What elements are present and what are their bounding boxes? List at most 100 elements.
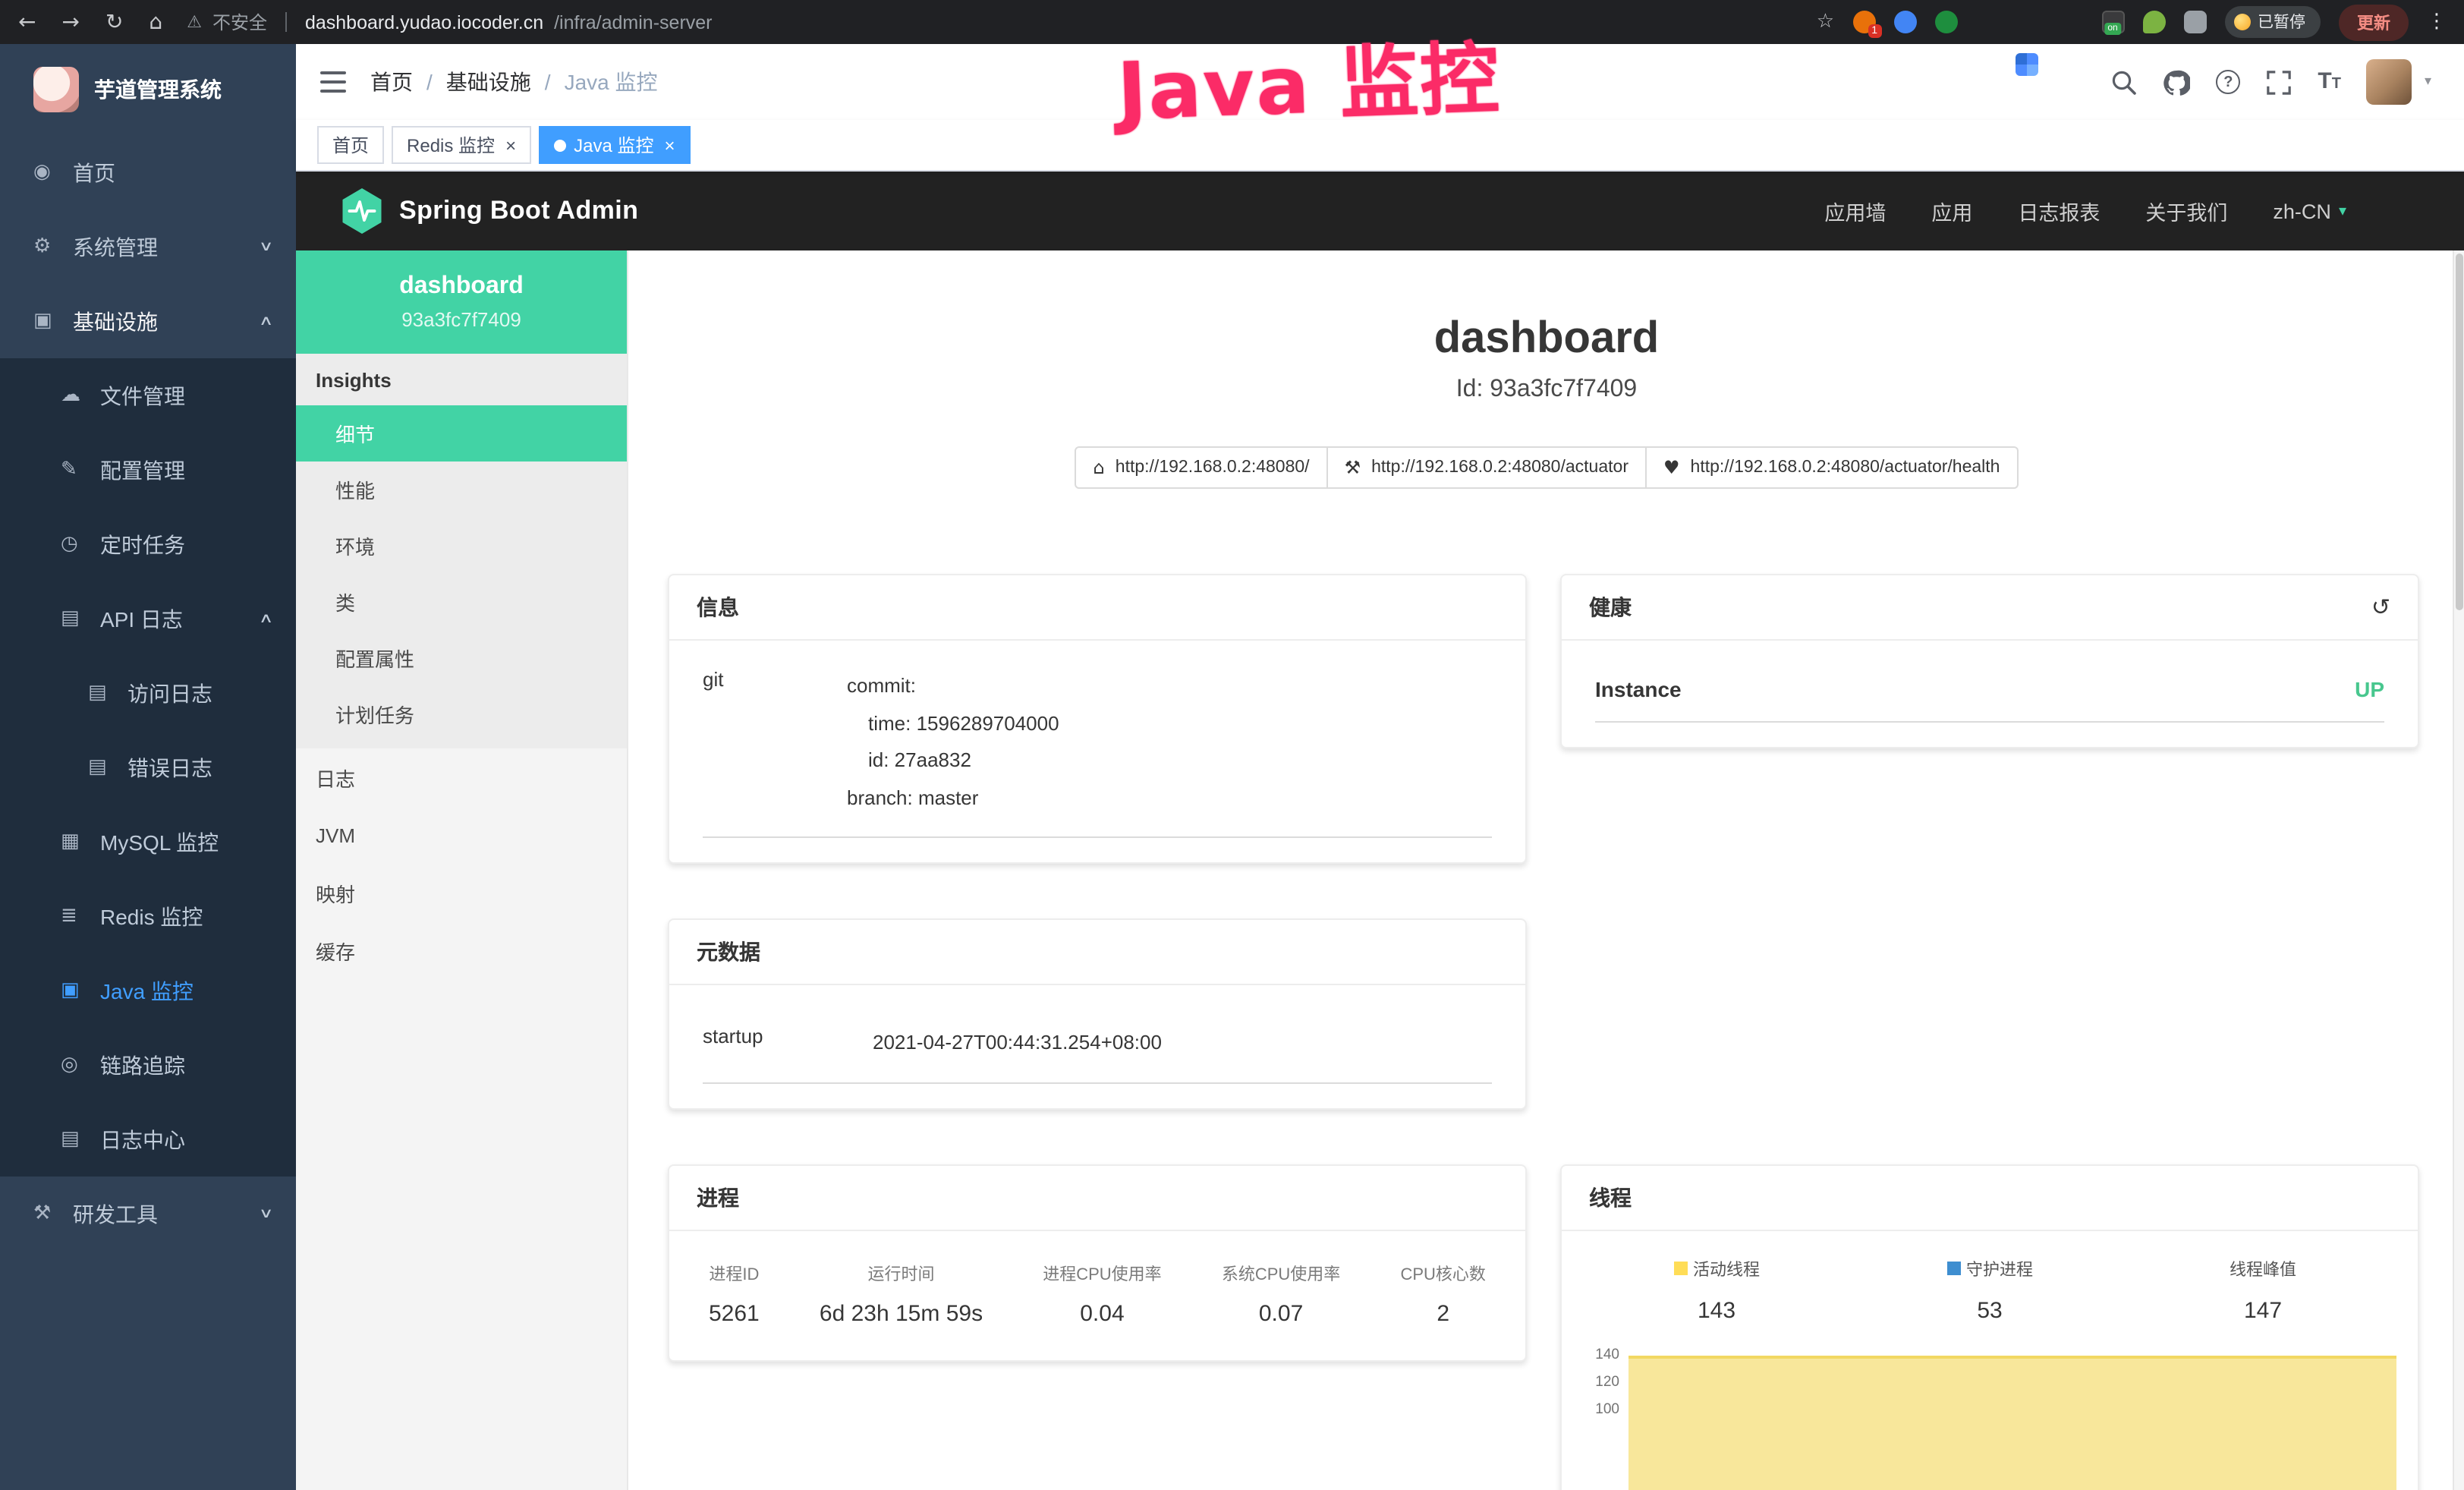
extension-icon-grid[interactable] — [2015, 53, 2038, 76]
close-icon[interactable]: × — [664, 134, 675, 156]
sidebar-item-mysql-monitor[interactable]: ▦ MySQL 监控 — [0, 805, 296, 879]
sidebar-submenu-infra: ☁ 文件管理 ✎ 配置管理 ◷ 定时任务 ▤ API 日志 ∧ — [0, 358, 296, 1177]
app-logo[interactable]: 芋道管理系统 — [0, 44, 296, 135]
tab-redis-monitor[interactable]: Redis 监控 × — [392, 126, 531, 164]
sidebar-item-system[interactable]: ⚙ 系统管理 ∨ — [0, 209, 296, 284]
help-icon[interactable]: ? — [2216, 70, 2240, 94]
breadcrumb-infra[interactable]: 基础设施 — [446, 67, 531, 97]
card-title: 元数据 — [669, 920, 1525, 985]
locale-selector[interactable]: zh-CN ▾ — [2273, 200, 2346, 222]
extension-icon-orange[interactable]: 1 — [1852, 11, 1875, 33]
locale-label: zh-CN — [2273, 200, 2331, 222]
url-path[interactable]: /infra/admin-server — [554, 11, 712, 33]
url-host[interactable]: dashboard.yudao.iocoder.cn — [305, 11, 543, 33]
legend-value: 53 — [1853, 1299, 2126, 1325]
sba-nav-about[interactable]: 关于我们 — [2145, 196, 2227, 226]
legend-item: 活动线程 143 — [1580, 1256, 1853, 1325]
actuator-url-link[interactable]: ⚒ http://192.168.0.2:48080/actuator — [1328, 446, 1647, 489]
sba-menu-label: 性能 — [335, 475, 375, 504]
y-tick: 100 — [1580, 1403, 1619, 1418]
chevron-down-icon: ∨ — [260, 1206, 275, 1221]
sidebar-item-config-manage[interactable]: ✎ 配置管理 — [0, 433, 296, 507]
sidebar-item-trace[interactable]: ◎ 链路追踪 — [0, 1028, 296, 1102]
sba-nav-wallboard[interactable]: 应用墙 — [1824, 196, 1886, 226]
legend-swatch-daemon-threads — [1946, 1262, 1960, 1276]
address-bar[interactable]: ⚠ 不安全 dashboard.yudao.iocoder.cn/infra/a… — [187, 9, 712, 35]
sba-brand[interactable]: Spring Boot Admin — [341, 188, 638, 234]
sba-menu-classes[interactable]: 类 — [296, 574, 627, 630]
browser-home-icon[interactable]: ⌂ — [149, 10, 162, 34]
sidebar-item-api-log[interactable]: ▤ API 日志 ∧ — [0, 581, 296, 656]
sba-logo-icon — [341, 188, 382, 234]
extension-icon-green[interactable] — [1934, 11, 1957, 33]
sba-nav-applications[interactable]: 应用 — [1931, 196, 1972, 226]
sba-menu-config-props[interactable]: 配置属性 — [296, 630, 627, 686]
security-label[interactable]: 不安全 — [212, 9, 267, 35]
git-commit-time: time: 1596289704000 — [847, 705, 1059, 742]
sidebar-item-log-center[interactable]: ▤ 日志中心 — [0, 1102, 296, 1177]
extension-icon-switch[interactable]: on — [2101, 11, 2124, 33]
breadcrumb-home[interactable]: 首页 — [370, 67, 413, 97]
font-size-icon[interactable]: TT — [2318, 68, 2341, 96]
service-url-link[interactable]: ⌂ http://192.168.0.2:48080/ — [1075, 446, 1328, 489]
instance-id-subtitle: Id: 93a3fc7f7409 — [628, 376, 2464, 404]
sidebar-item-java-monitor[interactable]: ▣ Java 监控 — [0, 953, 296, 1028]
sba-menu-label: 配置属性 — [335, 644, 414, 673]
sidebar-item-file-manage[interactable]: ☁ 文件管理 — [0, 358, 296, 433]
sidebar-item-home[interactable]: ◉ 首页 — [0, 135, 296, 209]
history-icon[interactable]: ↺ — [2371, 594, 2390, 621]
github-icon[interactable] — [2163, 69, 2190, 95]
sba-nav-journal[interactable]: 日志报表 — [2018, 196, 2100, 226]
extensions-puzzle-icon[interactable] — [2183, 11, 2206, 33]
back-icon[interactable]: ← — [18, 10, 36, 34]
instance-header[interactable]: dashboard 93a3fc7f7409 — [296, 250, 627, 354]
reload-icon[interactable]: ↻ — [105, 10, 123, 34]
row-value: commit: time: 1596289704000 id: 27aa832 … — [847, 668, 1059, 818]
card-title: 线程 — [1562, 1167, 2418, 1232]
sidebar-item-redis-monitor[interactable]: ≣ Redis 监控 — [0, 879, 296, 953]
legend-value: 143 — [1580, 1299, 1853, 1325]
sidebar-item-scheduled-jobs[interactable]: ◷ 定时任务 — [0, 507, 296, 581]
stat-value: 5261 — [709, 1302, 760, 1328]
stat-label: 进程CPU使用率 — [1043, 1262, 1161, 1287]
tools-icon: ⚒ — [33, 1202, 73, 1225]
close-icon[interactable]: × — [505, 134, 516, 156]
legend-label: 线程峰值 — [2230, 1258, 2296, 1282]
tab-java-monitor[interactable]: Java 监控 × — [539, 126, 690, 164]
extension-icon-leaf[interactable] — [2142, 11, 2165, 33]
sba-menu-label: 计划任务 — [335, 700, 414, 729]
health-url-link[interactable]: ♥ http://192.168.0.2:48080/actuator/heal… — [1647, 446, 2018, 489]
sba-menu-details[interactable]: 细节 — [296, 405, 627, 461]
page-title: dashboard — [628, 314, 2464, 364]
sidebar-item-infra[interactable]: ▣ 基础设施 ∧ — [0, 284, 296, 358]
forward-icon[interactable]: → — [61, 10, 79, 34]
fullscreen-icon[interactable] — [2266, 69, 2292, 95]
search-icon[interactable] — [2111, 69, 2137, 95]
bookmark-star-icon[interactable]: ☆ — [1817, 11, 1834, 33]
sba-brand-title: Spring Boot Admin — [399, 196, 638, 226]
sba-menu-caches[interactable]: 缓存 — [296, 921, 627, 979]
tab-home[interactable]: 首页 — [317, 126, 384, 164]
paused-badge[interactable]: 已暂停 — [2224, 6, 2321, 38]
legend-label: 活动线程 — [1693, 1257, 1760, 1281]
hamburger-icon[interactable] — [320, 71, 346, 92]
update-button[interactable]: 更新 — [2339, 4, 2409, 40]
card-title: 进程 — [669, 1167, 1525, 1232]
sidebar-item-devtools[interactable]: ⚒ 研发工具 ∨ — [0, 1177, 296, 1251]
scrollbar-thumb[interactable] — [2456, 254, 2463, 610]
git-commit-id: id: 27aa832 — [847, 743, 1059, 780]
sba-menu-scheduled-tasks[interactable]: 计划任务 — [296, 686, 627, 742]
health-card: 健康 ↺ Instance UP — [1560, 574, 2419, 748]
sba-menu-environment[interactable]: 环境 — [296, 518, 627, 574]
sba-menu-logs[interactable]: 日志 — [296, 748, 627, 806]
browser-menu-icon[interactable]: ⋮ — [2427, 11, 2447, 33]
sidebar-item-access-log[interactable]: ▤ 访问日志 — [0, 656, 296, 730]
extension-icon-blue[interactable] — [1893, 11, 1916, 33]
sba-menu-mappings[interactable]: 映射 — [296, 864, 627, 921]
annotation-overlay: Java 监控 — [1116, 14, 1503, 142]
sidebar-item-error-log[interactable]: ▤ 错误日志 — [0, 730, 296, 805]
sba-menu-jvm[interactable]: JVM — [296, 806, 627, 864]
sba-menu-performance[interactable]: 性能 — [296, 461, 627, 518]
threads-chart: 140 120 100 — [1580, 1349, 2399, 1490]
user-avatar[interactable] — [2367, 59, 2412, 105]
